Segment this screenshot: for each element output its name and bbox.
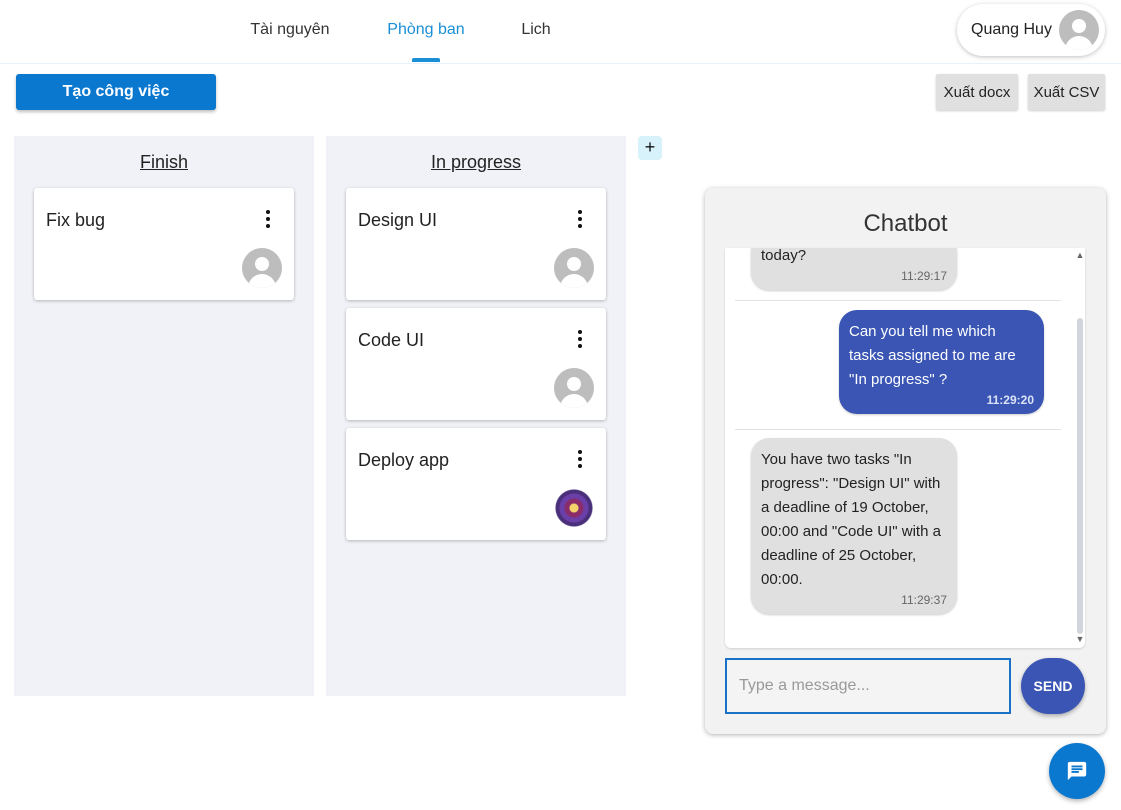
chat-scrollbar[interactable]: ▲ ▼ — [1075, 248, 1085, 648]
user-name: Quang Huy — [971, 21, 1052, 38]
message-divider — [735, 300, 1061, 301]
task-card-design-ui[interactable]: Design UI — [346, 188, 606, 300]
scroll-up-icon[interactable]: ▲ — [1075, 250, 1085, 260]
chatbot-panel: Chatbot today? 11:29:17 Can you tell me … — [705, 188, 1106, 734]
tab-tai-nguyen[interactable]: Tài nguyên — [250, 0, 330, 60]
top-nav-bar: Tài nguyên Phòng ban Lich Quang Huy — [0, 0, 1121, 64]
column-in-progress: In progress Design UI Code UI Deploy app — [326, 136, 626, 696]
task-card-title: Fix bug — [46, 210, 106, 230]
send-button[interactable]: SEND — [1021, 658, 1085, 714]
user-menu-button[interactable]: Quang Huy — [957, 4, 1105, 56]
flower-avatar-icon — [554, 488, 594, 528]
create-task-button[interactable]: Tạo công việc — [16, 74, 216, 110]
message-time: 11:29:20 — [986, 393, 1034, 407]
task-card-title: Design UI — [358, 210, 438, 230]
message-text: today? — [761, 248, 807, 264]
scroll-thumb[interactable] — [1077, 318, 1083, 634]
column-title[interactable]: Finish — [14, 152, 314, 173]
chat-toggle-button[interactable] — [1049, 743, 1105, 799]
bot-message: today? 11:29:17 — [751, 248, 957, 290]
chat-message-input[interactable] — [725, 658, 1011, 714]
active-tab-indicator — [412, 58, 440, 62]
task-card-title: Code UI — [358, 330, 425, 350]
message-time: 11:29:37 — [901, 593, 947, 607]
chatbot-title: Chatbot — [863, 210, 948, 237]
more-vert-icon[interactable] — [260, 210, 276, 230]
add-column-button[interactable]: + — [638, 136, 662, 160]
scroll-down-icon[interactable]: ▼ — [1075, 634, 1085, 644]
more-vert-icon[interactable] — [572, 450, 588, 470]
column-title[interactable]: In progress — [326, 152, 626, 173]
chat-message-list[interactable]: today? 11:29:17 Can you tell me which ta… — [725, 248, 1085, 648]
message-text: Can you tell me which tasks assigned to … — [849, 323, 1016, 388]
column-finish: Finish Fix bug — [14, 136, 314, 696]
user-avatar-icon — [1059, 10, 1099, 50]
assignee-avatar-icon — [242, 248, 282, 288]
assignee-avatar-icon — [554, 248, 594, 288]
tab-phong-ban[interactable]: Phòng ban — [386, 0, 466, 60]
assignee-avatar-icon — [554, 368, 594, 408]
task-card-deploy-app[interactable]: Deploy app — [346, 428, 606, 540]
tab-lich[interactable]: Lich — [520, 0, 552, 60]
task-card-title: Deploy app — [358, 450, 450, 470]
message-text: You have two tasks "In progress": "Desig… — [761, 451, 941, 588]
message-divider — [735, 429, 1061, 430]
user-message: Can you tell me which tasks assigned to … — [839, 310, 1044, 414]
export-docx-button[interactable]: Xuất docx — [936, 74, 1018, 110]
bot-message: You have two tasks "In progress": "Desig… — [751, 438, 957, 614]
task-card-code-ui[interactable]: Code UI — [346, 308, 606, 420]
task-card-fix-bug[interactable]: Fix bug — [34, 188, 294, 300]
message-time: 11:29:17 — [901, 269, 947, 283]
more-vert-icon[interactable] — [572, 330, 588, 350]
more-vert-icon[interactable] — [572, 210, 588, 230]
chat-icon — [1067, 761, 1087, 781]
export-csv-button[interactable]: Xuất CSV — [1028, 74, 1105, 110]
